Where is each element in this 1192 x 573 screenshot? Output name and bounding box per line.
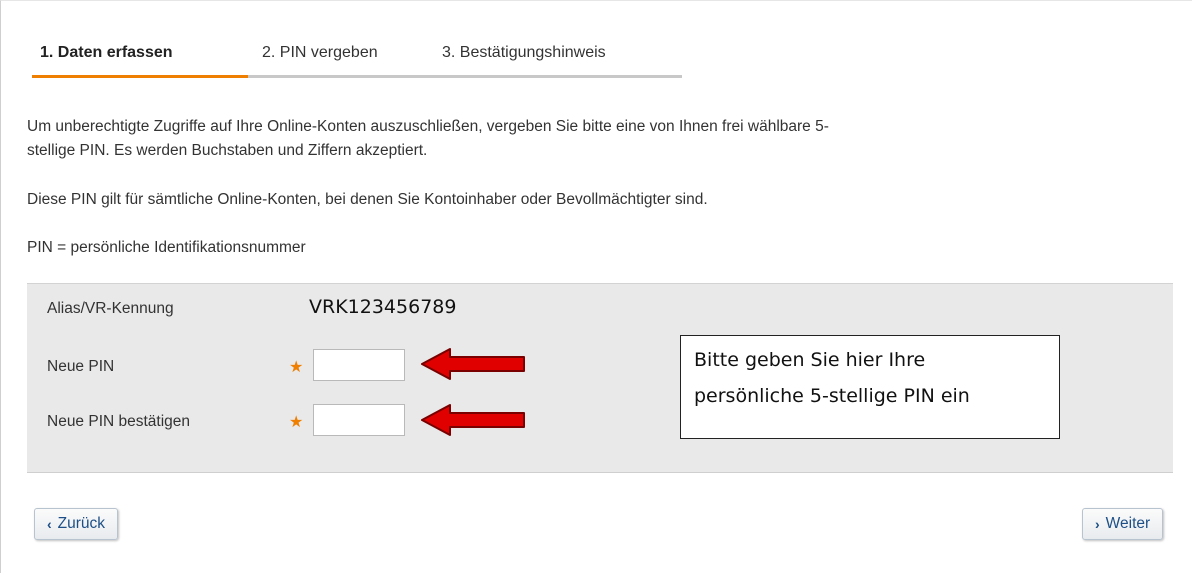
confirm-pin-input[interactable] (313, 404, 405, 436)
tab-pin-vergeben[interactable]: 2. PIN vergeben (262, 44, 378, 62)
required-star-icon: ★ (289, 359, 304, 376)
chevron-left-icon: ‹ (47, 516, 52, 532)
pin-hint-callout: Bitte geben Sie hier Ihre persönliche 5-… (680, 335, 1060, 439)
step-tabs: 1. Daten erfassen 2. PIN vergeben 3. Bes… (32, 42, 682, 78)
tab-daten-erfassen[interactable]: 1. Daten erfassen (40, 44, 173, 62)
alias-label: Alias/VR-Kennung (47, 300, 174, 317)
pin-definition: PIN = persönliche Identifikationsnummer (27, 239, 306, 256)
red-arrow-icon (421, 404, 525, 436)
back-button[interactable]: ‹ Zurück (34, 508, 119, 540)
active-tab-indicator (32, 75, 248, 78)
red-arrow-icon (421, 348, 525, 380)
confirm-pin-label: Neue PIN bestätigen (47, 413, 191, 430)
back-button-label: Zurück (57, 515, 106, 532)
tab-bestaetigungshinweis[interactable]: 3. Bestätigungshinweis (442, 44, 606, 62)
intro-line-2: stellige PIN. Es werden Buchstaben und Z… (27, 142, 428, 159)
callout-line-2: persönliche 5-stellige PIN ein (694, 385, 970, 407)
callout-line-1: Bitte geben Sie hier Ihre (694, 349, 926, 371)
next-button-label: Weiter (1105, 515, 1151, 532)
alias-value: VRK123456789 (309, 296, 457, 318)
required-star-icon: ★ (289, 414, 304, 431)
intro-paragraph: Um unberechtigte Zugriffe auf Ihre Onlin… (27, 115, 829, 163)
new-pin-input[interactable] (313, 349, 405, 381)
chevron-right-icon: › (1095, 516, 1100, 532)
next-button[interactable]: › Weiter (1082, 508, 1164, 540)
scope-paragraph: Diese PIN gilt für sämtliche Online-Kont… (27, 191, 708, 208)
new-pin-label: Neue PIN (47, 358, 115, 375)
intro-line-1: Um unberechtigte Zugriffe auf Ihre Onlin… (27, 118, 829, 135)
